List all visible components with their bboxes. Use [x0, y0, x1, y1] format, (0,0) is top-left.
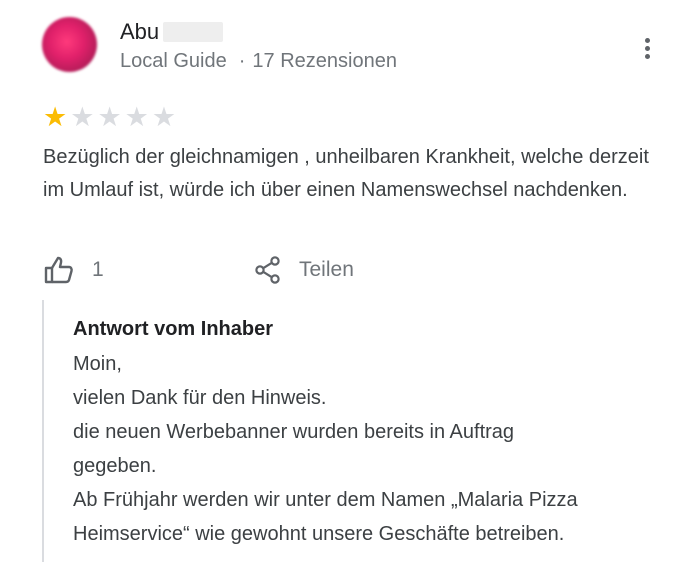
share-icon	[255, 256, 280, 284]
reviews-count: 17 Rezensionen	[252, 50, 397, 72]
reviewer-name[interactable]: Abu	[120, 19, 159, 45]
thumbs-up-icon	[44, 256, 73, 284]
local-guide-badge: Local Guide	[120, 50, 227, 72]
reviewer-avatar[interactable]	[42, 17, 97, 72]
share-button[interactable]: Teilen	[255, 256, 354, 284]
like-button[interactable]: 1	[44, 256, 104, 284]
meta-separator: ·	[238, 50, 246, 72]
reviewer-meta: Local Guide · 17 Rezensionen	[120, 50, 397, 73]
owner-response: Antwort vom Inhaber Moin, vielen Dank fü…	[42, 300, 664, 562]
star-empty-icon: ★	[151, 102, 177, 132]
star-empty-icon: ★	[97, 102, 122, 132]
vertical-dots-icon	[636, 38, 658, 59]
share-label: Teilen	[299, 258, 354, 281]
review-text: Bezüglich der gleichnamigen , unheilbare…	[43, 146, 649, 201]
owner-response-text: Moin, vielen Dank für den Hinweis. die n…	[73, 353, 578, 545]
star-filled-icon: ★	[43, 102, 68, 132]
star-rating: ★ ★ ★ ★ ★	[43, 104, 179, 131]
like-count: 1	[92, 258, 104, 281]
review-card: Abu Local Guide · 17 Rezensionen ★ ★ ★ ★ ★ Bez…	[0, 0, 683, 574]
star-empty-icon: ★	[70, 102, 95, 132]
owner-response-title: Antwort vom Inhaber	[73, 318, 274, 340]
reviewer-name-redaction	[163, 22, 224, 42]
star-empty-icon: ★	[124, 102, 149, 132]
reviewer-name-row: Abu	[120, 17, 224, 47]
more-options-button[interactable]	[636, 36, 658, 64]
